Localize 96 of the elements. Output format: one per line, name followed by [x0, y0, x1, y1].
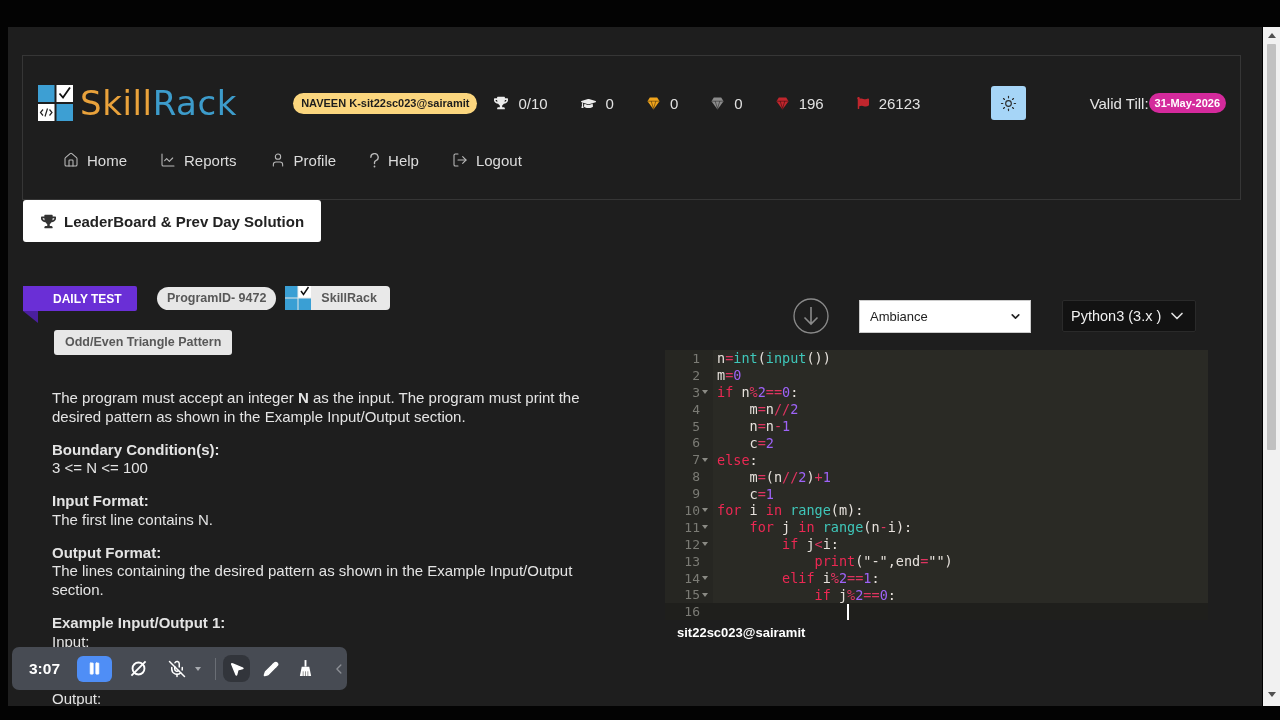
timer-text: 3:07 — [29, 659, 61, 678]
username-label: sit22sc023@sairamit — [677, 625, 807, 642]
fold-caret-icon[interactable] — [702, 525, 708, 530]
home-icon — [63, 152, 79, 168]
valid-till-label: Valid Till: — [1089, 94, 1149, 112]
line-number: 4 — [692, 401, 700, 417]
daily-test-ribbon: DAILY TEST — [23, 286, 137, 323]
code-line: if j%2==0: — [814, 586, 896, 603]
code-line: c=1 — [749, 485, 774, 502]
line-number: 3 — [692, 384, 700, 400]
scroll-down-arrow-icon[interactable] — [1267, 692, 1276, 697]
logo-text: Rack — [152, 84, 238, 122]
line-number: 8 — [692, 469, 700, 485]
line-number: 7 — [692, 452, 700, 468]
question-mark-icon — [369, 152, 381, 168]
sun-icon — [999, 94, 1017, 112]
code-line: for i in range(m): — [717, 502, 864, 519]
mic-off-icon[interactable] — [167, 659, 186, 678]
code-line: print("-",end="") — [814, 553, 953, 570]
leaderboard-button[interactable]: LeaderBoard & Prev Day Solution — [23, 200, 321, 242]
line-number: 16 — [684, 604, 700, 620]
line-chart-icon — [160, 152, 176, 168]
line-number: 14 — [684, 570, 700, 586]
section-heading: Input Format: — [52, 492, 150, 511]
fold-caret-icon[interactable] — [702, 576, 708, 580]
line-number: 15 — [684, 587, 700, 603]
code-line: for j in range(n-i): — [749, 519, 913, 536]
nav-link[interactable]: Home — [63, 151, 127, 169]
code-line: n=int(input()) — [717, 350, 831, 367]
line-number: 11 — [684, 519, 700, 535]
nav-link[interactable]: Profile — [269, 151, 337, 169]
stat-value: 196 — [798, 94, 824, 112]
logo-icon — [38, 85, 73, 121]
section-heading: Output Format: — [52, 543, 163, 563]
code-line: n=n-1 — [749, 418, 791, 434]
section-heading: Example Input/Output 1: — [52, 613, 227, 633]
code-line: m=(n//2)+1 — [749, 468, 831, 485]
stat-value: 0 — [605, 94, 614, 112]
line-number: 12 — [684, 536, 700, 552]
pointer-icon — [228, 660, 245, 677]
line-number: 9 — [692, 486, 700, 502]
nav-link[interactable]: Help — [369, 151, 419, 169]
problem-description: The program must accept an integer N as the input. The program must print the desired pattern as shown in the Example Input/Output section. — [52, 389, 581, 427]
logout-icon — [451, 152, 468, 168]
fold-caret-icon[interactable] — [702, 592, 708, 597]
platform-name: SkillRack — [321, 291, 377, 305]
program-id-tag: ProgramID- 9472 — [157, 287, 277, 310]
code-line: m=n//2 — [749, 401, 799, 418]
fold-caret-icon[interactable] — [702, 542, 708, 547]
logo-text: Skill — [80, 84, 153, 122]
stat-value: 0 — [734, 94, 743, 112]
logo-icon — [285, 286, 312, 310]
scrollbar[interactable] — [1263, 27, 1280, 706]
slashed-circle-icon[interactable] — [129, 660, 147, 677]
date-badge: 31-May-2026 — [1148, 93, 1226, 113]
stat-value: 0 — [669, 94, 679, 112]
section-text: The lines containing the desired pattern as shown in the Example Input/Output section. — [52, 562, 574, 600]
user-badge: NAVEEN K-sit22sc023@sairamit — [293, 92, 478, 114]
pencil-icon — [263, 660, 280, 677]
pause-button[interactable] — [77, 655, 112, 682]
nav-link[interactable]: Logout — [451, 151, 522, 169]
section-heading: Boundary Condition(s): — [52, 440, 221, 460]
pointer-tool-button[interactable] — [223, 655, 251, 682]
line-number: 2 — [692, 367, 700, 383]
code-line: elif i%2==1: — [782, 570, 880, 586]
code-line: if n%2==0: — [717, 384, 799, 401]
line-number: 1 — [692, 350, 700, 366]
code-line: c=2 — [749, 434, 774, 451]
nav-link[interactable]: Reports — [160, 151, 237, 169]
pause-icon — [86, 661, 102, 676]
fold-caret-icon[interactable] — [702, 390, 708, 395]
line-number: 5 — [692, 418, 700, 434]
fold-caret-icon[interactable] — [702, 508, 708, 513]
caret-icon[interactable] — [194, 666, 201, 671]
scrollbar-thumb[interactable] — [1267, 44, 1276, 450]
theme-toggle-button[interactable] — [990, 86, 1026, 120]
theme-select[interactable]: Ambiance — [859, 299, 1031, 333]
code-line: if j<i: — [782, 536, 839, 553]
stat-value: 26123 — [878, 94, 921, 112]
text-cursor — [847, 603, 849, 620]
section-text: The first line contains N. — [52, 510, 214, 530]
fold-caret-icon[interactable] — [702, 457, 708, 462]
broom-icon — [298, 660, 314, 677]
line-number: 6 — [692, 435, 700, 451]
line-number: 13 — [684, 553, 700, 569]
scroll-up-arrow-icon[interactable] — [1267, 33, 1276, 38]
line-number: 10 — [684, 502, 700, 518]
example-label: Input: — [52, 632, 91, 652]
problem-title: Odd/Even Triangle Pattern — [54, 330, 233, 355]
stat-value: 0/10 — [518, 94, 548, 112]
language-select[interactable]: Python3 (3.x ) — [1062, 300, 1196, 332]
trophy-icon — [41, 213, 56, 229]
code-line: m=0 — [717, 367, 742, 384]
download-icon[interactable] — [793, 298, 829, 334]
section-text: 3 <= N <= 100 — [52, 459, 149, 478]
code-line: else: — [717, 451, 758, 468]
